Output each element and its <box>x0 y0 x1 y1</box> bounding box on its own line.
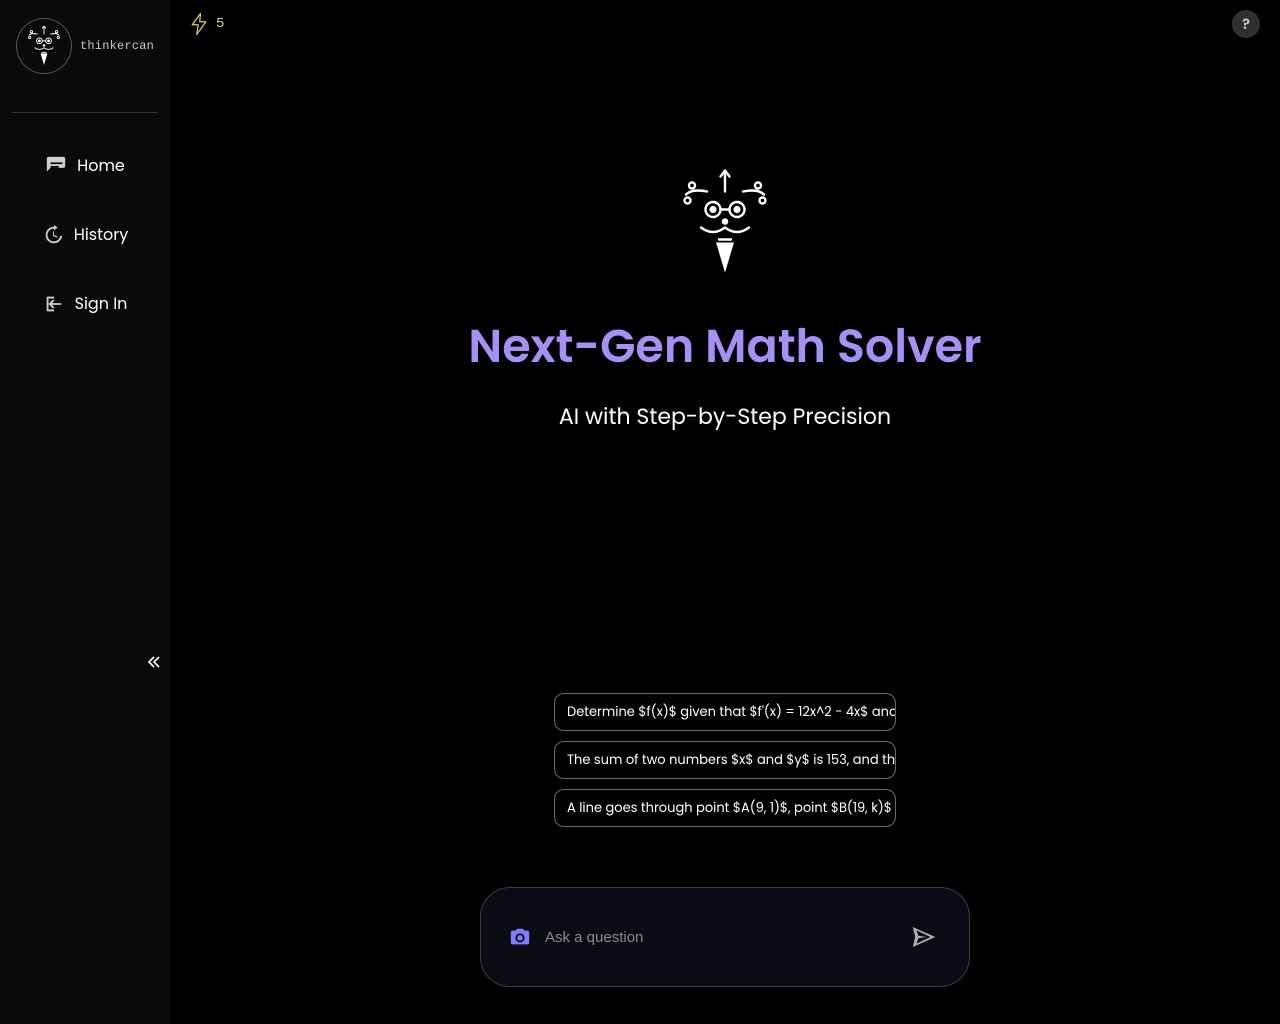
avatar-logo-icon <box>24 26 64 66</box>
sidebar-item-history[interactable]: History <box>42 222 128 247</box>
camera-icon <box>509 926 531 948</box>
lightning-icon <box>190 12 208 36</box>
history-icon <box>42 224 64 246</box>
topbar: 5 ? <box>170 0 1280 48</box>
sidebar-collapse-button[interactable] <box>142 650 166 674</box>
sidebar-nav: Home History Sign In <box>0 153 170 316</box>
question-input-container <box>480 887 970 987</box>
question-input[interactable] <box>545 929 893 946</box>
example-prompt[interactable]: A line goes through point $A(9, 1)$, poi… <box>554 789 896 827</box>
camera-button[interactable] <box>509 926 531 948</box>
hero: Next-Gen Math Solver AI with Step-by-Ste… <box>468 168 981 433</box>
sidebar-item-label: Home <box>77 153 125 178</box>
hero-title: Next-Gen Math Solver <box>468 313 981 382</box>
credits-counter[interactable]: 5 <box>190 12 224 36</box>
send-icon <box>909 922 939 952</box>
sidebar: thinkercan Home History Sign In <box>0 0 170 1024</box>
example-prompt[interactable]: The sum of two numbers $x$ and $y$ is 15… <box>554 741 896 779</box>
username: thinkercan <box>80 39 154 53</box>
example-prompts: Determine $f(x)$ given that $f'(x) = 12x… <box>554 693 896 827</box>
hero-subtitle: AI with Step-by-Step Precision <box>559 400 891 433</box>
main-content: 5 ? <box>170 0 1280 1024</box>
chevron-double-left-icon <box>144 652 164 672</box>
sidebar-header: thinkercan <box>0 0 170 82</box>
send-button[interactable] <box>907 920 941 954</box>
hero-logo-icon <box>680 168 770 285</box>
sidebar-item-label: Sign In <box>75 291 128 316</box>
help-button[interactable]: ? <box>1232 10 1260 38</box>
signin-icon <box>43 293 65 315</box>
chat-icon <box>45 155 67 177</box>
avatar[interactable] <box>16 18 72 74</box>
sidebar-item-home[interactable]: Home <box>45 153 125 178</box>
sidebar-item-signin[interactable]: Sign In <box>43 291 128 316</box>
credits-value: 5 <box>216 16 224 32</box>
sidebar-divider <box>12 112 158 113</box>
example-prompt[interactable]: Determine $f(x)$ given that $f'(x) = 12x… <box>554 693 896 731</box>
help-icon: ? <box>1242 13 1250 36</box>
sidebar-item-label: History <box>74 222 128 247</box>
